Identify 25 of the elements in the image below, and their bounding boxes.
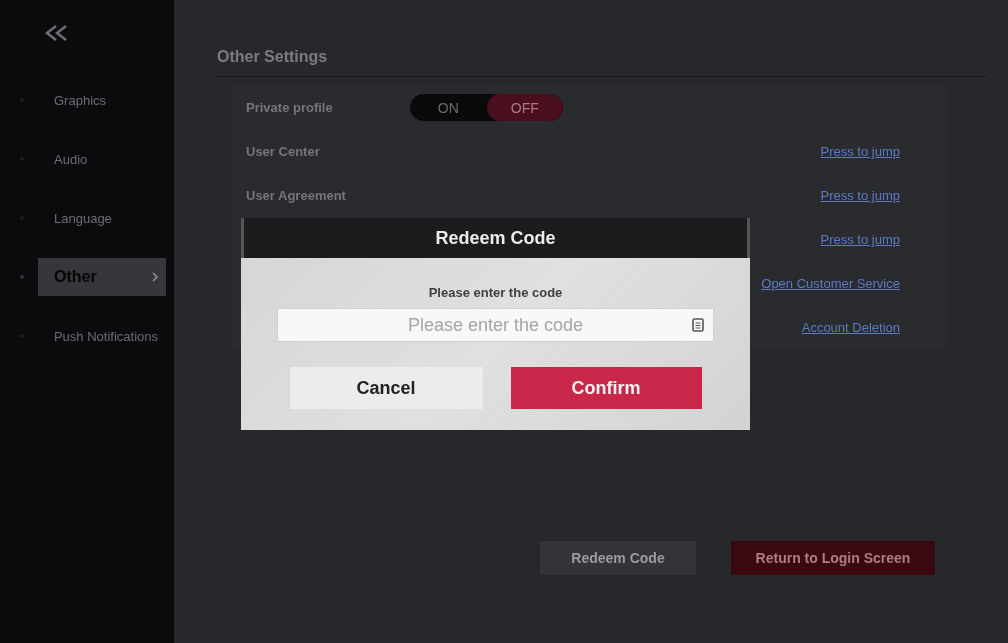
code-input-field[interactable]: Please enter the code xyxy=(277,308,714,342)
link[interactable]: Press to jump xyxy=(820,188,900,203)
sidebar-item[interactable]: Audio xyxy=(38,140,166,178)
link[interactable]: Account Deletion xyxy=(801,320,900,335)
toggle-switch[interactable]: ON OFF xyxy=(410,94,563,121)
link[interactable]: Open Customer Service xyxy=(761,276,900,291)
confirm-button[interactable]: Confirm xyxy=(510,367,702,409)
redeem-button[interactable]: Redeem Code xyxy=(540,541,696,575)
clipboard-icon[interactable] xyxy=(692,318,704,332)
link[interactable]: Press to jump xyxy=(820,232,900,247)
section-title: Other Settings xyxy=(217,48,986,77)
sidebar-item[interactable]: Language xyxy=(38,199,166,237)
cancel-button[interactable]: Cancel xyxy=(289,367,483,409)
chevron-right-icon xyxy=(152,272,158,282)
link[interactable]: Press to jump xyxy=(820,144,900,159)
dialog-title: Redeem Code xyxy=(435,227,556,249)
setting-label: User Center xyxy=(246,144,321,159)
setting-label: User Agreement xyxy=(246,188,347,203)
sidebar-item[interactable]: Push Notifications xyxy=(37,317,166,355)
bullet-dot xyxy=(20,275,24,279)
setting-label: Private profile xyxy=(246,100,334,115)
prompt-label: Please enter the code xyxy=(428,285,563,300)
double-chevron-left-icon[interactable] xyxy=(45,25,69,41)
return-button[interactable]: Return to Login Screen xyxy=(731,541,935,575)
sidebar-item[interactable]: Graphics xyxy=(38,81,166,119)
